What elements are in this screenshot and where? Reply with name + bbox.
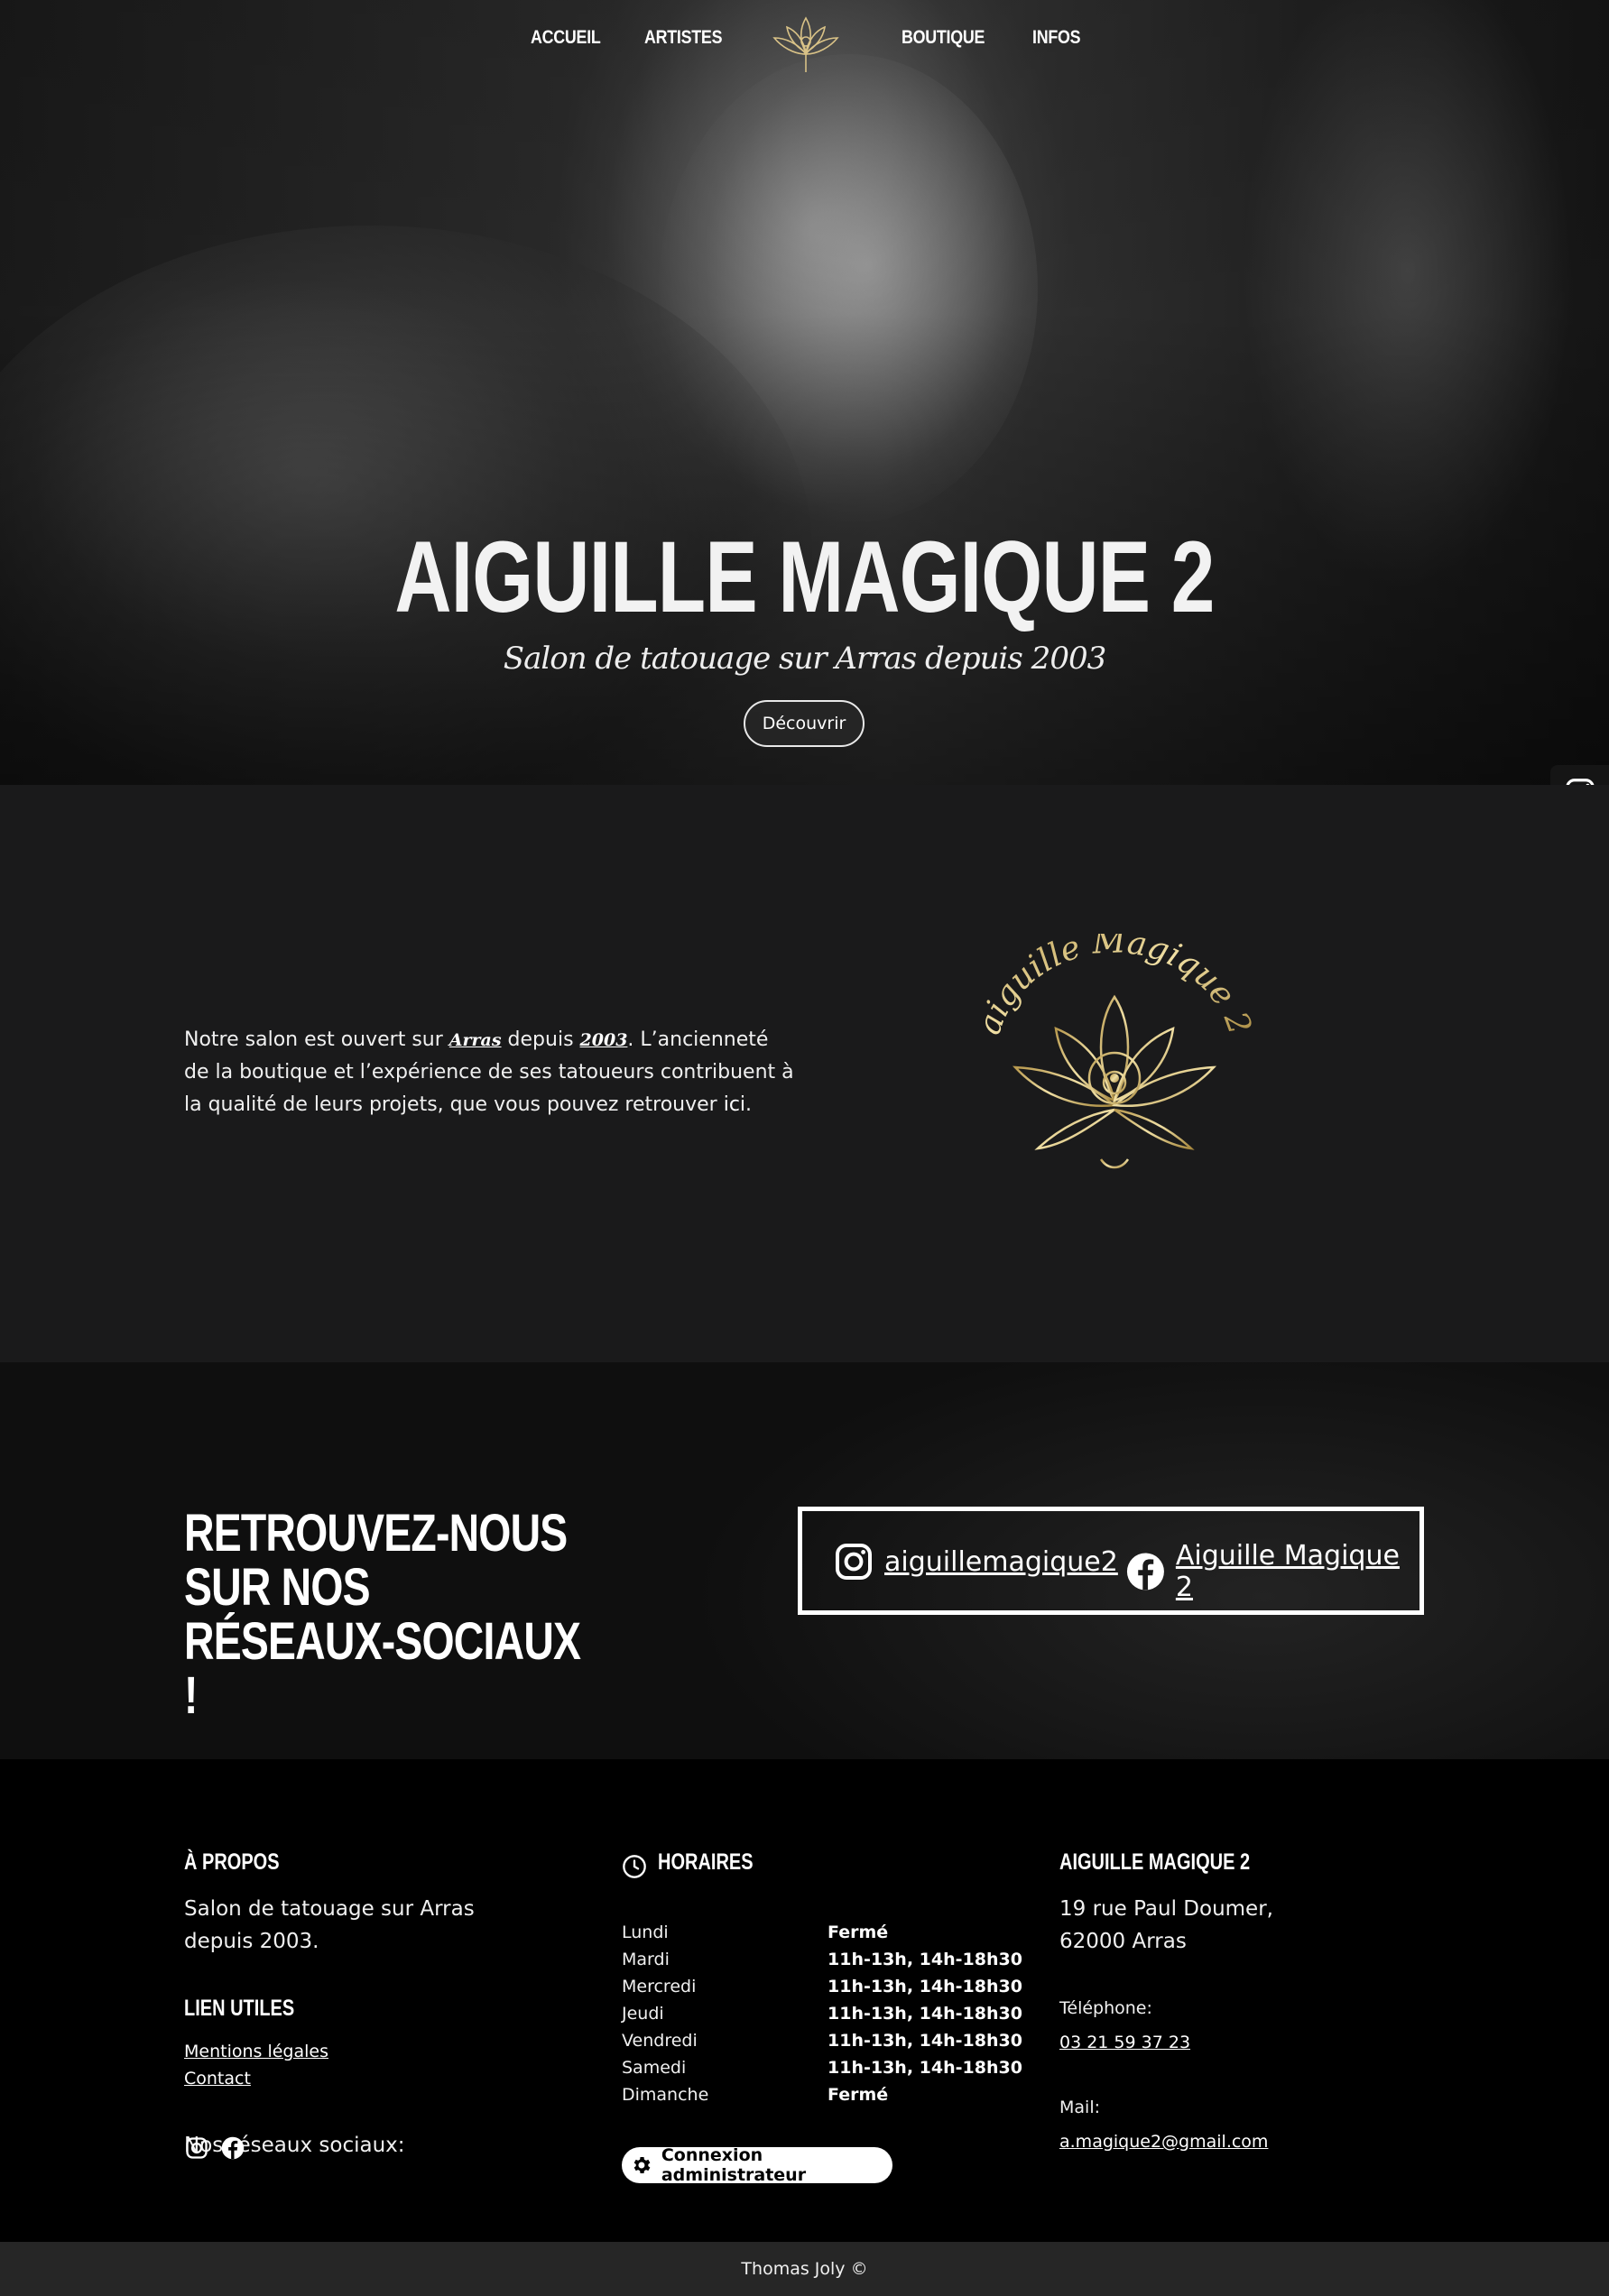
admin-login-label: Connexion administrateur — [661, 2145, 807, 2185]
hours-time: 11h-13h, 14h-18h30 — [828, 1977, 1022, 1996]
hours-row: Mercredi 11h-13h, 14h-18h30 — [622, 1973, 1055, 2000]
social-links-box: aiguillemagique2 Aiguille Magique 2 — [798, 1507, 1424, 1615]
about-text-2: depuis — [501, 1028, 580, 1051]
legal-notice-link[interactable]: Mentions légales — [184, 2042, 328, 2061]
instagram-icon — [836, 1544, 872, 1580]
copyright-text: Thomas Joly © — [741, 2259, 868, 2279]
hours-time: 11h-13h, 14h-18h30 — [828, 2058, 1022, 2078]
clock-icon — [623, 1855, 646, 1878]
nav-artists[interactable]: ARTISTES — [644, 27, 722, 49]
hours-row: Samedi 11h-13h, 14h-18h30 — [622, 2054, 1055, 2081]
hours-time: Fermé — [828, 2085, 889, 2105]
opening-hours-table: Lundi Fermé Mardi 11h-13h, 14h-18h30 Mercr… — [622, 1919, 1055, 2108]
about-text-1: Notre salon est ouvert sur — [184, 1028, 449, 1051]
nav-home[interactable]: ACCUEIL — [531, 27, 601, 49]
facebook-page-name: Aiguille Magique 2 — [1175, 1540, 1400, 1603]
admin-login-button[interactable]: Connexion administrateur — [622, 2145, 892, 2185]
hours-day: Dimanche — [622, 2085, 709, 2105]
social-heading: RETROUVEZ-NOUS SUR NOS RÉSEAUX-SOCIAUX ! — [184, 1507, 588, 1723]
hours-row: Jeudi 11h-13h, 14h-18h30 — [622, 2000, 1055, 2027]
discover-button[interactable]: Découvrir — [744, 700, 865, 747]
nav-shop[interactable]: BOUTIQUE — [902, 27, 985, 49]
portfolio-link[interactable]: ici — [724, 1093, 745, 1116]
hours-day: Jeudi — [622, 2004, 664, 2024]
about-section: Notre salon est ouvert sur Arras depuis … — [0, 785, 1609, 1362]
hours-day: Samedi — [622, 2058, 687, 2078]
copyright-bar: Thomas Joly © — [0, 2242, 1609, 2296]
mail-label: Mail: — [1059, 2098, 1100, 2117]
hours-row: Vendredi 11h-13h, 14h-18h30 — [622, 2027, 1055, 2054]
hero-subtitle: Salon de tatouage sur Arras depuis 2003 — [503, 641, 1106, 677]
instagram-icon[interactable] — [184, 2135, 209, 2161]
phone-link[interactable]: 03 21 59 37 23 — [1059, 2033, 1190, 2052]
hero-section: ACCUEIL ARTISTES BOUTIQUE INFOS AIGUILLE… — [0, 0, 1609, 785]
hours-row: Lundi Fermé — [622, 1919, 1055, 1946]
phone-label: Téléphone: — [1059, 1998, 1152, 2018]
footer-links-title: LIEN UTILES — [184, 1996, 295, 2021]
gear-icon — [633, 2157, 651, 2173]
hours-day: Mardi — [622, 1950, 670, 1969]
footer-hours-title: HORAIRES — [658, 1849, 754, 1875]
instagram-handle: aiguillemagique2 — [884, 1545, 1118, 1578]
footer: À PROPOS Salon de tatouage sur Arras dep… — [0, 1759, 1609, 2242]
year-link[interactable]: 2003 — [580, 1030, 628, 1050]
logo-lettering: aiguille Magique 2 — [975, 934, 1254, 1039]
hours-row: Dimanche Fermé — [622, 2081, 1055, 2108]
footer-about-title: À PROPOS — [184, 1849, 280, 1875]
hours-time: 11h-13h, 14h-18h30 — [828, 2004, 1022, 2024]
about-text-4: . — [745, 1093, 753, 1116]
footer-about-text: Salon de tatouage sur Arras depuis 2003. — [184, 1897, 475, 1953]
mail-link[interactable]: a.magique2@gmail.com — [1059, 2132, 1268, 2152]
hours-day: Vendredi — [622, 2031, 698, 2051]
city-link[interactable]: Arras — [449, 1030, 502, 1050]
contact-link[interactable]: Contact — [184, 2069, 251, 2089]
footer-social-label: Nos réseaux sociaux: — [184, 2134, 405, 2157]
instagram-link[interactable]: aiguillemagique2 — [832, 1540, 1118, 1583]
main-nav: ACCUEIL ARTISTES BOUTIQUE INFOS — [0, 0, 1609, 86]
hours-time: 11h-13h, 14h-18h30 — [828, 2031, 1022, 2051]
social-section: RETROUVEZ-NOUS SUR NOS RÉSEAUX-SOCIAUX !… — [0, 1362, 1609, 1759]
about-paragraph: Notre salon est ouvert sur Arras depuis … — [184, 1024, 798, 1121]
social-heading-line-2: RÉSEAUX-SOCIAUX ! — [184, 1612, 581, 1725]
hours-row: Mardi 11h-13h, 14h-18h30 — [622, 1946, 1055, 1973]
hours-day: Mercredi — [622, 1977, 697, 1996]
hours-time: 11h-13h, 14h-18h30 — [828, 1950, 1022, 1969]
facebook-icon — [1126, 1553, 1164, 1591]
address-line-2: 62000 Arras — [1059, 1930, 1187, 1953]
hours-day: Lundi — [622, 1923, 669, 1942]
facebook-icon[interactable] — [220, 2135, 245, 2161]
lotus-logo-icon[interactable] — [763, 7, 848, 79]
facebook-link[interactable]: Aiguille Magique 2 — [1124, 1540, 1419, 1603]
address-line-1: 19 rue Paul Doumer, — [1059, 1897, 1273, 1921]
hours-time: Fermé — [828, 1923, 889, 1942]
social-heading-line-1: RETROUVEZ-NOUS SUR NOS — [184, 1504, 568, 1617]
hero-title: AIGUILLE MAGIQUE 2 — [394, 521, 1215, 633]
nav-info[interactable]: INFOS — [1032, 27, 1081, 49]
footer-shop-title: AIGUILLE MAGIQUE 2 — [1059, 1849, 1251, 1875]
aiguille-magique-logo: aiguille Magique 2 — [975, 934, 1254, 1195]
